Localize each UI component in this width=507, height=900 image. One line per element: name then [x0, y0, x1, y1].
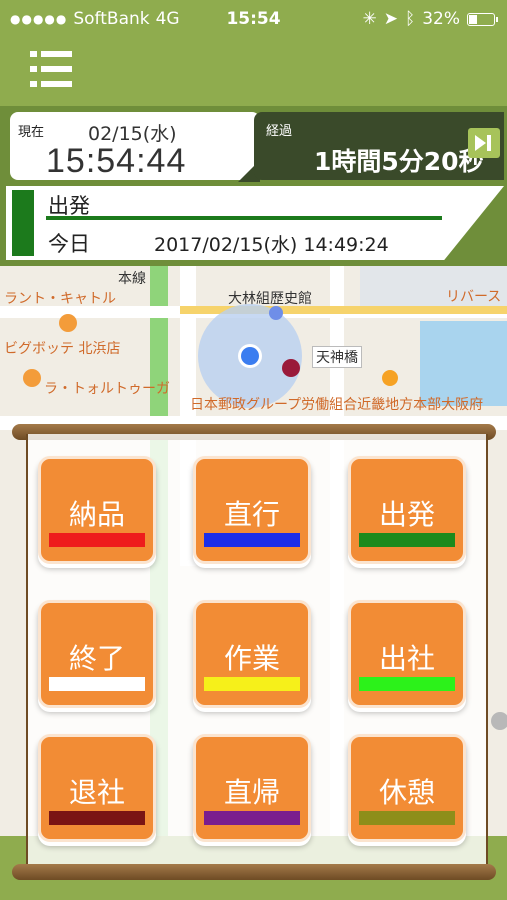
- action-button-depart[interactable]: 出発: [348, 456, 466, 564]
- elapsed-label: 経過: [266, 124, 293, 139]
- map-label-museum: 大林組歴史館: [228, 291, 312, 307]
- current-status-box: 出発 今日 2017/02/15(水) 14:49:24: [6, 186, 504, 260]
- current-time-box: 現在 02/15(水) 15:54:44: [10, 112, 260, 180]
- action-label: 作業: [223, 642, 280, 675]
- battery-percent: 32%: [422, 9, 460, 29]
- action-color-swatch: [359, 533, 455, 547]
- activity-icon: ✳: [362, 9, 377, 29]
- map-label-restaurant3: ラ・トォルトゥーガ: [44, 381, 170, 397]
- now-time: 15:54:44: [46, 142, 187, 180]
- map-label-bridge: 天神橋: [312, 346, 362, 368]
- action-label: 直帰: [223, 776, 280, 809]
- day-label: 今日: [48, 232, 90, 256]
- map-label-union: 日本郵政グループ労働組合近畿地方本部大阪府: [190, 397, 484, 413]
- action-label: 納品: [68, 498, 125, 531]
- nav-bar: [0, 38, 507, 106]
- action-button-arrive-office[interactable]: 出社: [348, 600, 466, 708]
- action-button-finish[interactable]: 終了: [38, 600, 156, 708]
- status-color-bar: [12, 190, 34, 256]
- map-label-line: 本線: [118, 271, 146, 287]
- action-panel: 納品 直行 出発 終了 作業 出社 退社 直帰 休憩: [26, 434, 488, 866]
- scroll-rod-bottom: [12, 864, 496, 880]
- action-color-swatch: [359, 677, 455, 691]
- action-label: 直行: [223, 498, 280, 531]
- action-label: 終了: [68, 642, 125, 675]
- action-color-swatch: [204, 677, 300, 691]
- menu-icon[interactable]: [30, 51, 72, 89]
- location-arrow-icon: ➤: [383, 9, 398, 29]
- battery-icon: [467, 12, 498, 26]
- action-label: 出社: [378, 642, 435, 675]
- map-label-restaurant1: ラント・キャトル: [4, 291, 116, 307]
- status-bar: ●●●●● SoftBank 4G 15:54 ✳ ➤ ᛒ 32%: [0, 0, 507, 38]
- action-button-leave-office[interactable]: 退社: [38, 734, 156, 842]
- action-button-delivery[interactable]: 納品: [38, 456, 156, 564]
- info-panel: 現在 02/15(水) 15:54:44 経過 1時間5分20秒 出発 今日 2…: [0, 106, 507, 266]
- action-color-swatch: [49, 533, 145, 547]
- status-datetime: 2017/02/15(水) 14:49:24: [154, 234, 389, 256]
- action-color-swatch: [49, 677, 145, 691]
- map-label-restaurant2: ビグボッテ 北浜店: [4, 341, 121, 357]
- elapsed-box: 経過 1時間5分20秒: [254, 112, 504, 180]
- action-label: 退社: [68, 776, 125, 809]
- action-label: 出発: [378, 498, 435, 531]
- action-color-swatch: [49, 811, 145, 825]
- action-button-work[interactable]: 作業: [193, 600, 311, 708]
- action-button-break[interactable]: 休憩: [348, 734, 466, 842]
- elapsed-value: 1時間5分20秒: [314, 147, 484, 176]
- action-color-swatch: [359, 811, 455, 825]
- map-label-riverse: リバース: [446, 289, 502, 305]
- action-button-direct-go[interactable]: 直行: [193, 456, 311, 564]
- now-label: 現在: [18, 125, 45, 140]
- status-underline: [46, 216, 442, 220]
- action-color-swatch: [204, 533, 300, 547]
- skip-icon: [475, 135, 486, 151]
- bluetooth-icon: ᛒ: [405, 9, 416, 29]
- skip-button[interactable]: [468, 128, 500, 158]
- action-button-direct-return[interactable]: 直帰: [193, 734, 311, 842]
- action-color-swatch: [204, 811, 300, 825]
- action-label: 休憩: [378, 776, 435, 809]
